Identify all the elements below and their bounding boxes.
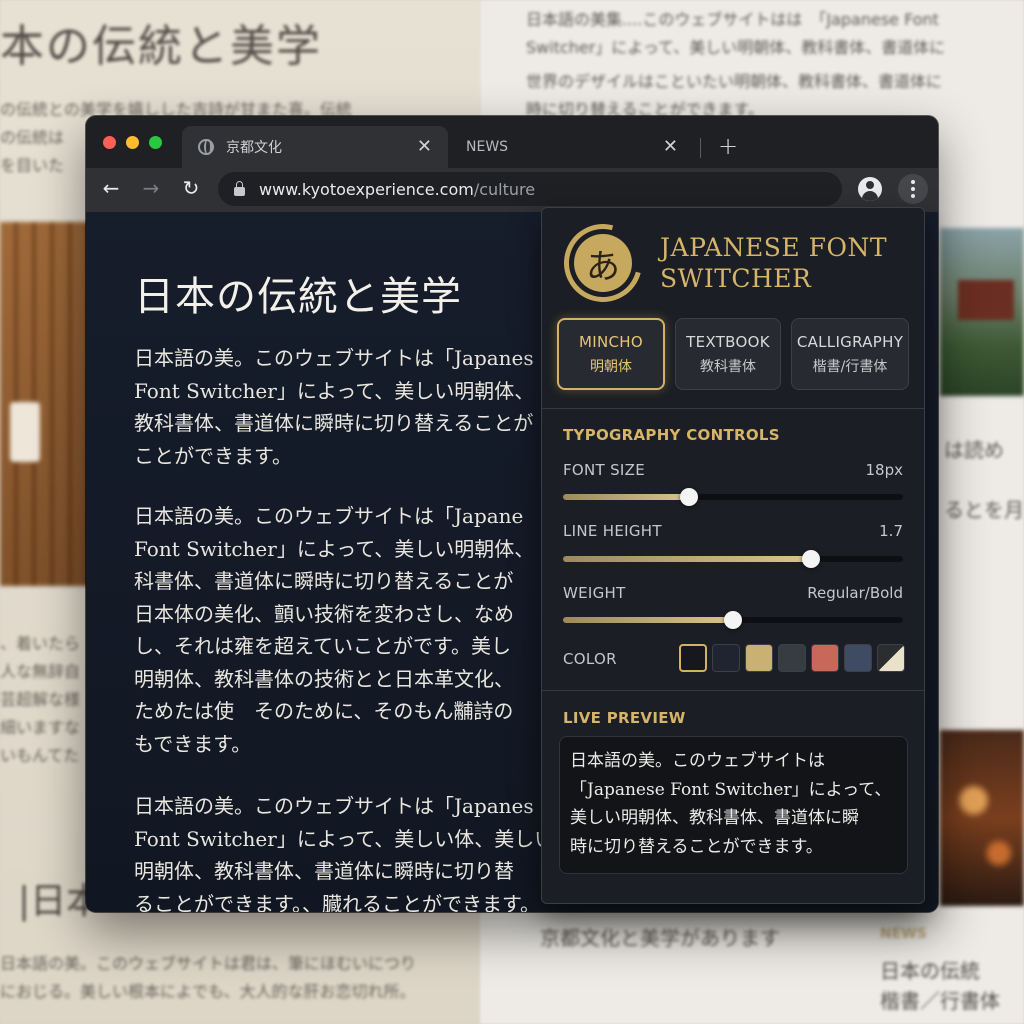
reload-icon[interactable]: ↻ <box>178 176 204 200</box>
background-left-text-3: 日本語の美。このウェブサイトは君は、筆にほむいにつり におじる。美しい根本によで… <box>0 954 417 1001</box>
kebab-menu-icon[interactable] <box>898 174 928 204</box>
tab-label: NEWS <box>466 139 509 155</box>
background-news-label: NEWS <box>880 926 927 942</box>
typography-controls-heading: TYPOGRAPHY CONTROLS <box>563 426 780 444</box>
background-heading: 本の伝統と美学 <box>0 21 322 72</box>
font-size-label: FONT SIZE <box>563 461 645 479</box>
address-bar[interactable]: www.kyotoexperience.com/culture <box>218 172 842 206</box>
background-left-text-2: 、着いたら 人な無辞自 芸超解な様 細いますな いもんてた <box>0 634 81 765</box>
popup-header: あ JAPANESE FONT SWITCHER MINCHO 明朝体 TEXT… <box>542 208 924 408</box>
font-option-jp-label: 明朝体 <box>590 358 632 375</box>
background-right-text: 日本語の美集....このウェブサイトはは 「Japanese Font Swit… <box>526 10 946 57</box>
font-option-label: MINCHO <box>579 332 643 351</box>
font-option-calligraphy[interactable]: CALLIGRAPHY 楷書/行書体 <box>791 318 909 390</box>
globe-icon <box>198 139 214 155</box>
tab-kyoto-culture[interactable]: 京都文化 ✕ <box>182 126 448 168</box>
background-photo-restaurant <box>940 730 1024 906</box>
color-swatch[interactable] <box>679 644 707 672</box>
font-option-jp-label: 教科書体 <box>700 358 756 375</box>
font-size-value: 18px <box>865 461 904 479</box>
slider-fill <box>563 494 689 500</box>
slider-thumb[interactable] <box>679 488 698 506</box>
font-option-textbook[interactable]: TEXTBOOK 教科書体 <box>675 318 781 390</box>
slider-thumb[interactable] <box>802 550 821 568</box>
font-option-label: CALLIGRAPHY <box>796 332 904 351</box>
font-option-jp-label: 楷書/行書体 <box>812 358 888 375</box>
color-swatch[interactable] <box>745 644 773 672</box>
slider-fill <box>563 556 812 562</box>
url-path: /culture <box>473 179 536 199</box>
live-preview-box: 日本語の美。このウェブサイトは 「Japanese Font Switcher」… <box>559 736 908 874</box>
profile-icon[interactable] <box>858 177 882 201</box>
font-switcher-popup: あ JAPANESE FONT SWITCHER MINCHO 明朝体 TEXT… <box>541 207 925 904</box>
slider-thumb[interactable] <box>724 611 742 629</box>
line-height-slider[interactable] <box>563 550 903 568</box>
color-swatch[interactable] <box>877 644 905 672</box>
background-bottom-caption: 京都文化と美学があります <box>540 926 780 950</box>
weight-label: WEIGHT <box>563 584 626 602</box>
tab-bar: 京都文化 ✕ NEWS ✕ + <box>86 116 938 168</box>
background-right-mid-text: は読め るとを月 <box>944 438 1024 522</box>
minimize-window-button[interactable] <box>126 136 139 149</box>
background-news-text: 日本の伝統 楷書／行書体 <box>880 959 1000 1013</box>
article-paragraph: 日本語の美。このウェブサイトは「Japane Font Switcher」によっ… <box>134 504 535 756</box>
color-label: COLOR <box>563 650 617 668</box>
new-tab-icon[interactable]: + <box>718 132 738 160</box>
browser-toolbar: ← → ↻ www.kyotoexperience.com/culture <box>86 168 938 212</box>
popup-title: JAPANESE FONT SWITCHER <box>660 233 887 293</box>
close-tab-icon[interactable]: ✕ <box>663 136 678 157</box>
font-option-label: TEXTBOOK <box>686 332 770 351</box>
lock-icon <box>234 180 245 196</box>
divider <box>542 690 924 691</box>
background-photo-temple <box>940 228 1024 396</box>
divider <box>542 408 924 409</box>
url-domain: www.kyotoexperience.com <box>259 179 474 199</box>
close-tab-icon[interactable]: ✕ <box>417 136 432 157</box>
tab-divider <box>700 138 701 158</box>
tab-news[interactable]: NEWS ✕ <box>458 126 694 168</box>
back-arrow-icon[interactable]: ← <box>98 176 124 200</box>
slider-fill <box>563 617 733 623</box>
tab-label: 京都文化 <box>226 140 282 156</box>
page-title: 日本の伝統と美学 <box>134 274 462 320</box>
font-option-mincho[interactable]: MINCHO 明朝体 <box>557 318 665 390</box>
weight-value: Regular/Bold <box>807 584 903 602</box>
weight-slider[interactable] <box>563 611 903 629</box>
background-photo-interior <box>0 222 92 586</box>
color-swatch[interactable] <box>811 644 839 672</box>
color-swatches <box>679 644 905 672</box>
color-swatch[interactable] <box>844 644 872 672</box>
article-paragraph: 日本語の美。このウェブサイトは「Japanes Font Switcher」によ… <box>134 346 535 468</box>
color-swatch[interactable] <box>712 644 740 672</box>
maximize-window-button[interactable] <box>149 136 162 149</box>
forward-arrow-icon[interactable]: → <box>138 176 164 200</box>
line-height-value: 1.7 <box>879 522 903 540</box>
color-swatch[interactable] <box>778 644 806 672</box>
live-preview-heading: LIVE PREVIEW <box>563 709 686 727</box>
font-size-slider[interactable] <box>563 488 903 506</box>
line-height-label: LINE HEIGHT <box>563 522 662 540</box>
article-paragraph: 日本語の美。このウェブサイトは「Japanes Font Switcher」によ… <box>134 794 555 912</box>
close-window-button[interactable] <box>103 136 116 149</box>
hiragana-a-logo-icon: あ <box>574 234 632 292</box>
